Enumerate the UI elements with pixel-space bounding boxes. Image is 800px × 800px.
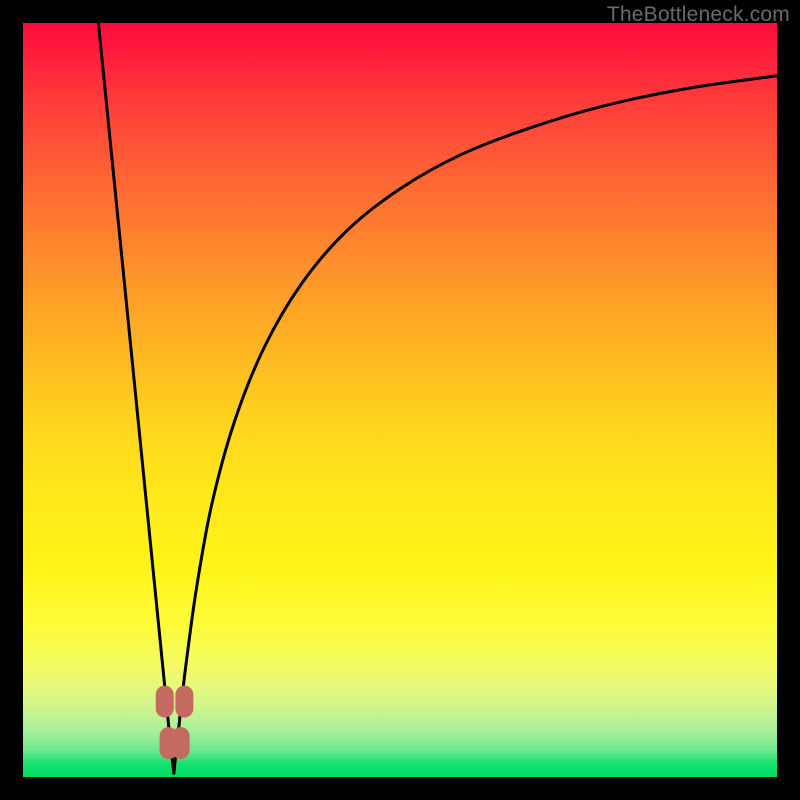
marker-opt-left-upper (156, 686, 174, 718)
marker-opt-right-lower (172, 727, 190, 759)
marker-opt-left-lower (160, 727, 178, 759)
curve-right-branch (174, 76, 777, 773)
chart-frame: TheBottleneck.com (0, 0, 800, 800)
optimum-markers (156, 686, 194, 759)
chart-svg-layer (23, 23, 777, 777)
chart-gradient-plot (23, 23, 777, 777)
marker-opt-right-upper (175, 686, 193, 718)
watermark-text: TheBottleneck.com (607, 3, 790, 27)
curve-left-branch (98, 23, 173, 773)
